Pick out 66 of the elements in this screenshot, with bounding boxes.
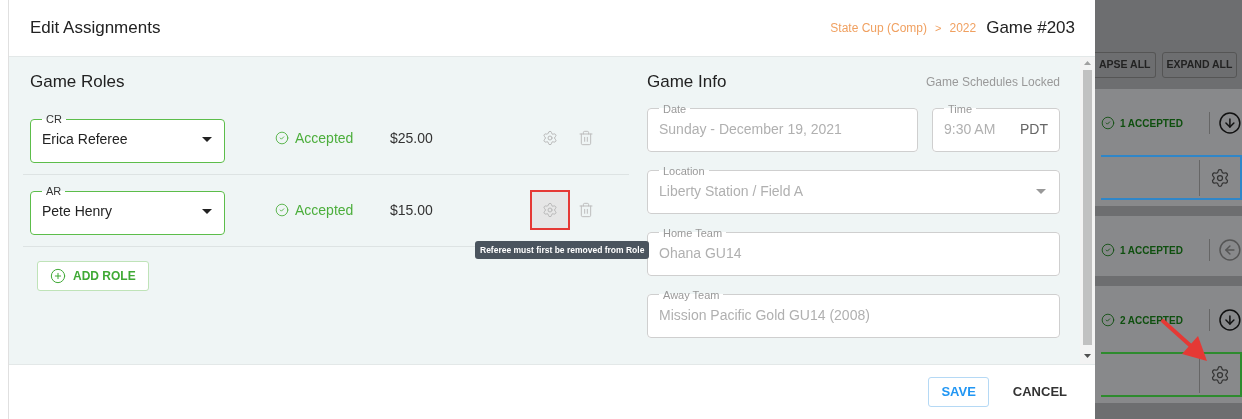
- caret-icon: [202, 137, 212, 142]
- time-zone: PDT: [1020, 119, 1048, 139]
- field-value: Mission Pacific Gold GU14 (2008): [659, 305, 870, 325]
- arrow-left-icon[interactable]: [1218, 238, 1242, 262]
- referee-select[interactable]: CR Erica Referee: [30, 113, 225, 163]
- section-title: Game Roles: [29, 71, 126, 93]
- section-title: Game Info: [647, 71, 727, 93]
- accepted-count: 1 ACCEPTED: [1119, 243, 1184, 258]
- breadcrumb-link[interactable]: State Cup (Comp): [830, 19, 927, 37]
- scroll-up-icon[interactable]: [1084, 61, 1091, 65]
- select-value: Pete Henry: [42, 202, 113, 221]
- field-value: Ohana GU14: [659, 243, 742, 263]
- settings-button[interactable]: [530, 190, 570, 230]
- background-field[interactable]: [1101, 155, 1242, 200]
- check-circle-icon: [275, 203, 289, 217]
- breadcrumb-link[interactable]: 2022: [949, 19, 977, 37]
- tooltip: Referee must first be removed from Role: [475, 240, 650, 260]
- accepted-count: 1 ACCEPTED: [1119, 116, 1184, 131]
- gear-icon: [542, 130, 558, 146]
- background-button[interactable]: APSE ALL: [1095, 52, 1156, 78]
- field-value: 9:30 AM: [944, 119, 996, 139]
- fee-text: $25.00: [390, 128, 434, 148]
- scrollbar[interactable]: [1080, 57, 1095, 364]
- select-value: Erica Referee: [42, 130, 128, 149]
- save-button[interactable]: SAVE: [928, 377, 989, 407]
- field-value: Sunday - December 19, 2021: [659, 119, 842, 139]
- trash-icon: [578, 130, 594, 146]
- home-team-field[interactable]: Home Team Ohana GU14: [647, 226, 1060, 276]
- field-label: Away Team: [662, 288, 721, 301]
- arrow-down-icon[interactable]: [1218, 111, 1242, 135]
- accepted-count: 2 ACCEPTED: [1119, 313, 1184, 328]
- settings-icon[interactable]: [1210, 167, 1230, 188]
- lock-notice: Game Schedules Locked: [925, 73, 1060, 91]
- away-team-field[interactable]: Away Team Mission Pacific Gold GU14 (2008): [647, 288, 1060, 338]
- location-select[interactable]: Location Liberty Station / Field A: [647, 164, 1060, 214]
- fee-text: $15.00: [390, 200, 434, 220]
- arrow-down-icon[interactable]: [1218, 308, 1242, 332]
- settings-icon[interactable]: [1210, 364, 1230, 385]
- referee-select[interactable]: AR Pete Henry: [30, 185, 225, 235]
- status-text: Accepted: [295, 128, 354, 148]
- field-label: Home Team: [662, 226, 724, 239]
- check-circle-icon: [275, 131, 289, 145]
- cancel-button[interactable]: CANCEL: [1000, 377, 1079, 407]
- field-label: Location: [662, 164, 706, 177]
- check-circle-icon: [1101, 243, 1115, 257]
- game-number: Game #203: [986, 17, 1075, 40]
- gear-icon: [542, 202, 558, 218]
- date-field[interactable]: Date Sunday - December 19, 2021: [647, 102, 918, 152]
- scroll-down-icon[interactable]: [1084, 354, 1091, 358]
- check-circle-icon: [1101, 313, 1115, 327]
- field-label: CR: [45, 113, 63, 125]
- field-label: Date: [662, 102, 688, 115]
- dialog-title: Edit Assignments: [30, 17, 161, 40]
- breadcrumb-separator: >: [935, 20, 942, 36]
- field-label: Time: [947, 102, 974, 115]
- trash-icon: [578, 202, 594, 218]
- status-text: Accepted: [295, 200, 354, 220]
- field-label: AR: [45, 185, 63, 197]
- time-field[interactable]: Time 9:30 AM PDT: [932, 102, 1060, 152]
- plus-circle-icon: [50, 267, 66, 284]
- add-role-button[interactable]: ADD ROLE: [37, 260, 149, 291]
- check-circle-icon: [1101, 116, 1115, 130]
- caret-icon: [202, 209, 212, 214]
- field-value: Liberty Station / Field A: [659, 181, 803, 201]
- background-button[interactable]: EXPAND ALL: [1161, 52, 1238, 78]
- caret-icon: [1036, 188, 1046, 194]
